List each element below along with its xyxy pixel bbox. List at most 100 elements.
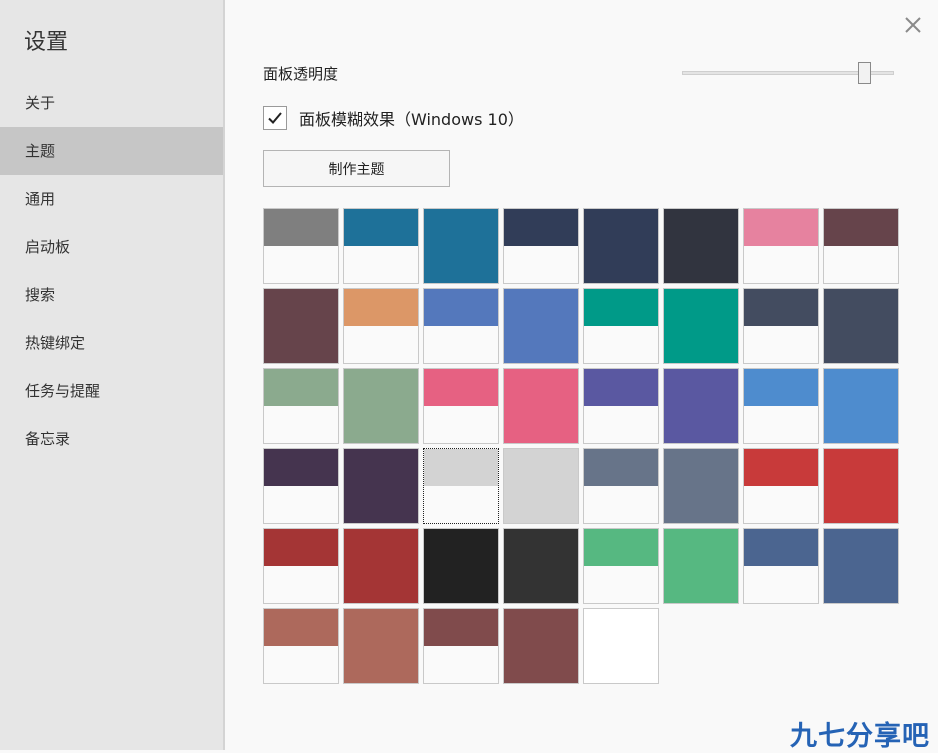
theme-swatch[interactable] <box>663 368 739 444</box>
swatch-color <box>424 209 498 283</box>
theme-swatch[interactable] <box>263 448 339 524</box>
theme-swatch[interactable] <box>663 448 739 524</box>
theme-swatch[interactable] <box>263 368 339 444</box>
blur-effect-checkbox[interactable] <box>263 106 287 130</box>
theme-swatch[interactable] <box>583 528 659 604</box>
swatch-color <box>504 369 578 443</box>
theme-swatch[interactable] <box>583 448 659 524</box>
sidebar-item-tasks-reminders[interactable]: 任务与提醒 <box>0 367 223 415</box>
swatch-color <box>584 289 658 326</box>
slider-thumb[interactable] <box>858 62 872 84</box>
swatch-color <box>344 209 418 246</box>
theme-swatch[interactable] <box>423 448 499 524</box>
swatch-color <box>744 209 818 246</box>
swatch-color <box>504 529 578 603</box>
theme-swatch[interactable] <box>663 288 739 364</box>
swatch-color <box>424 289 498 326</box>
theme-swatch[interactable] <box>343 368 419 444</box>
theme-swatch[interactable] <box>263 528 339 604</box>
theme-swatch[interactable] <box>503 368 579 444</box>
sidebar-item-hotkeys[interactable]: 热键绑定 <box>0 319 223 367</box>
close-icon <box>905 17 921 33</box>
swatch-color <box>504 609 578 683</box>
theme-swatch[interactable] <box>423 528 499 604</box>
swatch-color <box>584 209 658 283</box>
swatch-color <box>744 529 818 566</box>
panel-opacity-slider[interactable] <box>682 62 894 84</box>
swatch-color <box>584 369 658 406</box>
theme-swatch[interactable] <box>343 448 419 524</box>
sidebar-item-theme[interactable]: 主题 <box>0 127 223 175</box>
theme-swatch[interactable] <box>423 288 499 364</box>
swatch-color <box>264 369 338 406</box>
sidebar-item-launchpad[interactable]: 启动板 <box>0 223 223 271</box>
swatch-color <box>264 609 338 646</box>
theme-swatch[interactable] <box>423 208 499 284</box>
theme-swatch[interactable] <box>743 528 819 604</box>
theme-swatch[interactable] <box>503 608 579 684</box>
swatch-color <box>664 209 738 283</box>
theme-swatch[interactable] <box>823 208 899 284</box>
swatch-color <box>664 529 738 603</box>
swatch-color <box>344 289 418 326</box>
theme-swatch[interactable] <box>263 608 339 684</box>
swatch-color <box>424 369 498 406</box>
swatch-color <box>344 369 418 443</box>
swatch-color <box>824 209 898 246</box>
theme-swatch[interactable] <box>743 368 819 444</box>
make-theme-button[interactable]: 制作主题 <box>263 150 450 187</box>
theme-swatch[interactable] <box>583 368 659 444</box>
theme-swatch[interactable] <box>343 608 419 684</box>
theme-swatch[interactable] <box>663 208 739 284</box>
theme-swatch[interactable] <box>823 368 899 444</box>
swatch-color <box>344 529 418 603</box>
theme-swatch[interactable] <box>423 608 499 684</box>
panel-opacity-label: 面板透明度 <box>263 65 339 83</box>
settings-title: 设置 <box>24 30 69 55</box>
theme-swatch[interactable] <box>503 448 579 524</box>
swatch-color <box>344 449 418 523</box>
sidebar-item-about[interactable]: 关于 <box>0 79 223 127</box>
swatch-color <box>824 289 898 363</box>
swatch-color <box>424 449 498 486</box>
sidebar-item-general[interactable]: 通用 <box>0 175 223 223</box>
swatch-color <box>424 529 498 603</box>
theme-swatch[interactable] <box>663 528 739 604</box>
sidebar-item-memo[interactable]: 备忘录 <box>0 415 223 463</box>
theme-swatch[interactable] <box>743 208 819 284</box>
swatch-color <box>744 289 818 326</box>
swatch-color <box>504 209 578 246</box>
theme-swatch[interactable] <box>503 208 579 284</box>
theme-swatch[interactable] <box>823 288 899 364</box>
theme-swatch[interactable] <box>503 528 579 604</box>
sidebar-item-search[interactable]: 搜索 <box>0 271 223 319</box>
theme-swatch[interactable] <box>343 528 419 604</box>
swatch-color <box>264 529 338 566</box>
swatch-color <box>584 609 658 683</box>
theme-swatch[interactable] <box>423 368 499 444</box>
theme-swatch[interactable] <box>503 288 579 364</box>
swatch-color <box>744 369 818 406</box>
theme-swatch[interactable] <box>583 608 659 684</box>
theme-swatch[interactable] <box>823 448 899 524</box>
swatch-color <box>344 609 418 683</box>
swatch-color <box>664 449 738 523</box>
swatch-color <box>664 369 738 443</box>
theme-swatch[interactable] <box>263 208 339 284</box>
check-icon <box>268 112 282 124</box>
theme-swatch[interactable] <box>743 288 819 364</box>
theme-swatch[interactable] <box>343 288 419 364</box>
swatch-color <box>824 529 898 603</box>
swatch-color <box>584 449 658 486</box>
sidebar: 设置 关于 主题 通用 启动板 搜索 热键绑定 任务与提醒 备忘录 <box>0 0 225 750</box>
theme-swatch[interactable] <box>343 208 419 284</box>
theme-swatch[interactable] <box>583 288 659 364</box>
swatch-color <box>264 449 338 486</box>
swatch-color <box>584 529 658 566</box>
theme-swatch[interactable] <box>743 448 819 524</box>
swatch-color <box>504 289 578 363</box>
close-button[interactable] <box>902 14 924 36</box>
theme-swatch[interactable] <box>823 528 899 604</box>
theme-swatch[interactable] <box>583 208 659 284</box>
theme-swatch[interactable] <box>263 288 339 364</box>
